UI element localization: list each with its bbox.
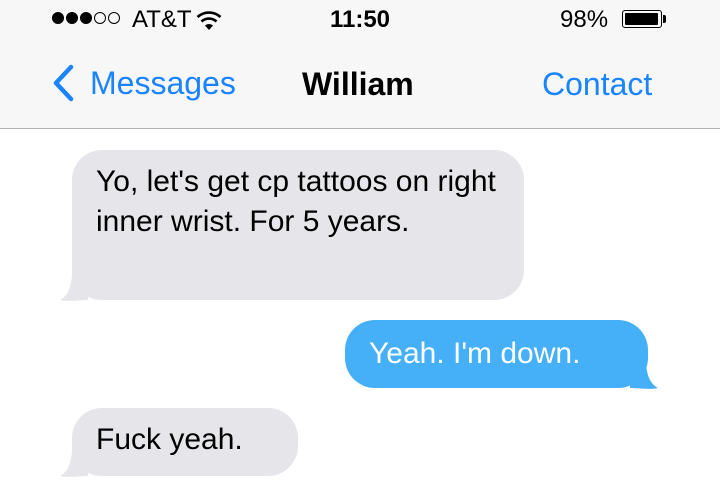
back-button-label: Messages (90, 64, 236, 101)
conversation-title: William (302, 66, 414, 102)
battery-fill (625, 13, 659, 25)
messages-screen: AT&T 11:50 98% Messages William Contact (0, 0, 720, 486)
contact-button[interactable]: Contact (542, 66, 652, 103)
battery-tip (663, 15, 666, 23)
message-bubble-sent[interactable]: Yeah. I'm down. (345, 320, 648, 388)
status-bar: AT&T 11:50 98% (0, 0, 720, 40)
navigation-bar: Messages William Contact (0, 48, 720, 120)
chevron-left-icon (53, 64, 74, 102)
battery-icon (622, 10, 662, 28)
header: AT&T 11:50 98% Messages William Contact (0, 0, 720, 129)
back-button[interactable]: Messages (52, 60, 236, 106)
message-bubble-received[interactable]: Fuck yeah. (72, 408, 298, 476)
status-time: 11:50 (329, 6, 391, 33)
battery-percentage: 98% (560, 6, 609, 33)
message-bubble-received[interactable]: Yo, let's get cp tattoos on right inner … (72, 150, 524, 300)
